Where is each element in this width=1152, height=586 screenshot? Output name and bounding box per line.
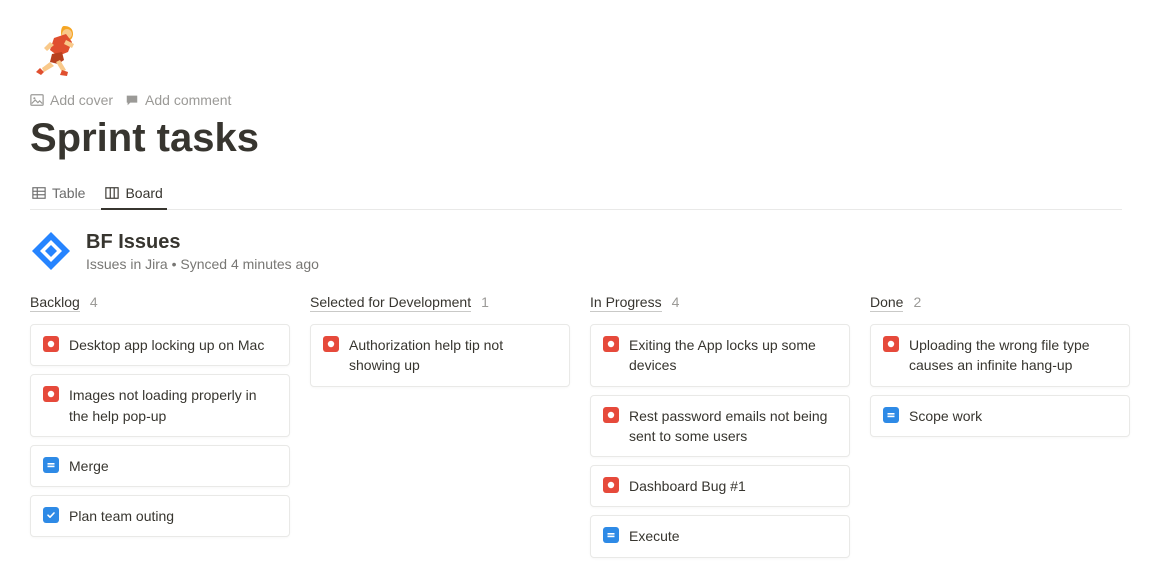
board-card[interactable]: Uploading the wrong file type causes an … xyxy=(870,324,1130,387)
board-column: Selected for Development 1 Authorization h… xyxy=(310,294,570,395)
jira-logo-icon xyxy=(30,230,72,272)
card-title: Authorization help tip not showing up xyxy=(349,335,557,376)
board-card[interactable]: Merge xyxy=(30,445,290,487)
card-title: Images not loading properly in the help … xyxy=(69,385,277,426)
bug-icon xyxy=(603,336,619,352)
board-card[interactable]: Authorization help tip not showing up xyxy=(310,324,570,387)
task-icon xyxy=(883,407,899,423)
table-icon xyxy=(32,186,46,200)
column-header[interactable]: Done 2 xyxy=(870,294,1130,312)
board-card[interactable]: Desktop app locking up on Mac xyxy=(30,324,290,366)
column-count: 1 xyxy=(481,294,489,310)
column-name: In Progress xyxy=(590,294,662,312)
bug-icon xyxy=(603,407,619,423)
add-cover-label: Add cover xyxy=(50,92,113,108)
card-title: Exiting the App locks up some devices xyxy=(629,335,837,376)
card-title: Desktop app locking up on Mac xyxy=(69,335,264,355)
card-title: Dashboard Bug #1 xyxy=(629,476,746,496)
board-card[interactable]: Plan team outing xyxy=(30,495,290,537)
card-title: Scope work xyxy=(909,406,982,426)
kanban-board: Backlog 4 Desktop app locking up on Mac Ima… xyxy=(30,294,1122,566)
bug-icon xyxy=(323,336,339,352)
board-column: Backlog 4 Desktop app locking up on Mac Ima… xyxy=(30,294,290,545)
board-card[interactable]: Dashboard Bug #1 xyxy=(590,465,850,507)
task-icon xyxy=(43,457,59,473)
board-column: In Progress 4 Exiting the App locks up som… xyxy=(590,294,850,566)
image-icon xyxy=(30,93,44,107)
board-column: Done 2 Uploading the wrong file type cause… xyxy=(870,294,1130,445)
add-comment-label: Add comment xyxy=(145,92,231,108)
board-card[interactable]: Exiting the App locks up some devices xyxy=(590,324,850,387)
column-name: Selected for Development xyxy=(310,294,471,312)
board-card[interactable]: Rest password emails not being sent to s… xyxy=(590,395,850,458)
add-cover-button[interactable]: Add cover xyxy=(30,92,113,108)
card-title: Plan team outing xyxy=(69,506,174,526)
add-comment-button[interactable]: Add comment xyxy=(125,92,231,108)
board-card[interactable]: Scope work xyxy=(870,395,1130,437)
tab-board[interactable]: Board xyxy=(103,179,164,209)
column-header[interactable]: Backlog 4 xyxy=(30,294,290,312)
page-actions: Add cover Add comment xyxy=(30,92,1122,108)
card-title: Uploading the wrong file type causes an … xyxy=(909,335,1117,376)
bug-icon xyxy=(883,336,899,352)
board-card[interactable]: Images not loading properly in the help … xyxy=(30,374,290,437)
page-title[interactable]: Sprint tasks xyxy=(30,116,1122,161)
tab-table[interactable]: Table xyxy=(30,179,87,209)
column-name: Done xyxy=(870,294,903,312)
view-tabs: Table Board xyxy=(30,179,1122,210)
page-emoji[interactable] xyxy=(26,20,90,84)
tab-board-label: Board xyxy=(125,185,162,201)
database-title[interactable]: BF Issues xyxy=(86,231,319,254)
column-count: 2 xyxy=(913,294,921,310)
column-count: 4 xyxy=(672,294,680,310)
comment-icon xyxy=(125,93,139,107)
column-header[interactable]: Selected for Development 1 xyxy=(310,294,570,312)
board-icon xyxy=(105,186,119,200)
check-icon xyxy=(43,507,59,523)
card-title: Execute xyxy=(629,526,680,546)
bug-icon xyxy=(43,386,59,402)
bug-icon xyxy=(603,477,619,493)
card-title: Rest password emails not being sent to s… xyxy=(629,406,837,447)
column-count: 4 xyxy=(90,294,98,310)
task-icon xyxy=(603,527,619,543)
column-header[interactable]: In Progress 4 xyxy=(590,294,850,312)
database-header: BF Issues Issues in Jira • Synced 4 minu… xyxy=(30,230,1122,272)
database-subtitle: Issues in Jira • Synced 4 minutes ago xyxy=(86,256,319,272)
bug-icon xyxy=(43,336,59,352)
running-person-icon xyxy=(26,20,90,84)
tab-table-label: Table xyxy=(52,185,85,201)
board-card[interactable]: Execute xyxy=(590,515,850,557)
card-title: Merge xyxy=(69,456,109,476)
column-name: Backlog xyxy=(30,294,80,312)
